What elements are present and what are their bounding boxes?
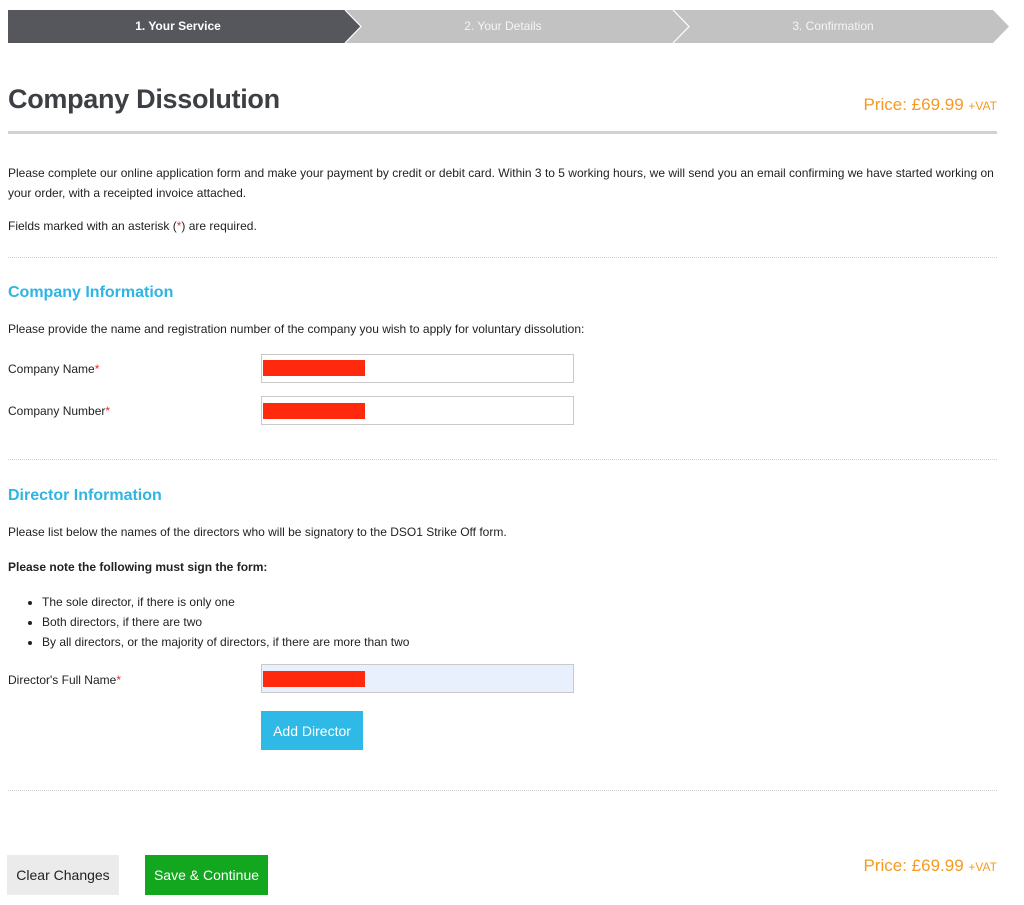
save-continue-button[interactable]: Save & Continue — [145, 855, 268, 895]
director-sign-note: Please note the following must sign the … — [8, 560, 268, 574]
clear-changes-button[interactable]: Clear Changes — [7, 855, 119, 895]
required-note-after: ) are required. — [181, 219, 257, 233]
page-title: Company Dissolution — [8, 84, 280, 114]
company-name-redaction — [263, 360, 365, 376]
company-number-asterisk: * — [105, 404, 111, 418]
section-divider — [8, 790, 997, 791]
director-name-label-text: Director's Full Name — [8, 673, 117, 687]
price-footer: Price: £69.99 +VAT — [864, 856, 998, 876]
company-info-description: Please provide the name and registration… — [8, 322, 585, 336]
director-info-heading: Director Information — [8, 487, 162, 504]
signing-rules-list: The sole director, if there is only one … — [26, 592, 409, 652]
add-director-button[interactable]: Add Director — [261, 711, 363, 750]
required-note: Fields marked with an asterisk (*) are r… — [8, 216, 998, 236]
company-number-redaction — [263, 403, 365, 419]
step-confirmation[interactable]: 3. Confirmation — [668, 10, 998, 43]
director-info-description: Please list below the names of the direc… — [8, 525, 507, 539]
company-number-label: Company Number* — [8, 404, 110, 418]
list-item: By all directors, or the majority of dir… — [42, 632, 409, 652]
step-your-service[interactable]: 1. Your Service — [8, 10, 348, 43]
price-header: Price: £69.99 +VAT — [864, 95, 998, 115]
company-info-heading: Company Information — [8, 284, 174, 301]
director-name-redaction — [263, 671, 365, 687]
director-name-asterisk: * — [116, 673, 121, 687]
price-vat: +VAT — [968, 99, 997, 113]
title-divider — [8, 131, 997, 134]
company-number-label-text: Company Number — [8, 404, 106, 418]
price-vat: +VAT — [968, 860, 997, 874]
company-name-asterisk: * — [94, 362, 100, 376]
company-name-label-text: Company Name — [8, 362, 95, 376]
section-divider — [8, 459, 997, 460]
progress-steps: 1. Your Service 2. Your Details 3. Confi… — [8, 10, 1010, 43]
list-item: The sole director, if there is only one — [42, 592, 409, 612]
section-divider — [8, 257, 997, 258]
price-amount: Price: £69.99 — [863, 95, 964, 114]
company-name-label: Company Name* — [8, 362, 99, 376]
required-note-before: Fields marked with an asterisk ( — [8, 219, 177, 233]
price-amount: Price: £69.99 — [863, 856, 964, 875]
intro-paragraph: Please complete our online application f… — [8, 166, 994, 200]
step-your-details[interactable]: 2. Your Details — [338, 10, 668, 43]
list-item: Both directors, if there are two — [42, 612, 409, 632]
director-name-label: Director's Full Name* — [8, 673, 121, 687]
